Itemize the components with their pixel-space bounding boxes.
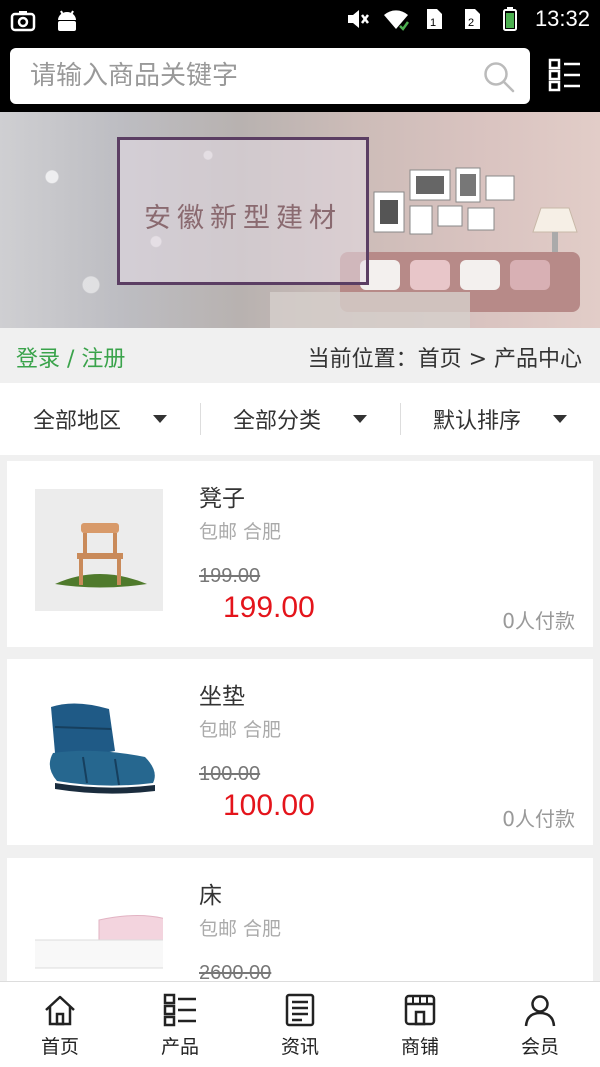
- android-icon: [58, 10, 76, 31]
- product-grid-icon: [163, 993, 196, 1027]
- current-location: 当前位置：首页 > 产品中心: [307, 347, 582, 372]
- product-shipping: 包邮 合肥: [199, 918, 282, 940]
- filter-bar: 全部地区 全部分类 默认排序: [0, 383, 600, 455]
- search-header: [0, 42, 600, 112]
- screenshot-icon: [10, 11, 36, 32]
- nav-news-label: 资讯: [280, 1036, 319, 1058]
- wifi-icon: [383, 10, 409, 31]
- sim2-icon: 2: [464, 9, 480, 29]
- category-menu-icon[interactable]: [548, 58, 582, 92]
- filter-sort-label: 默认排序: [432, 409, 521, 434]
- home-icon: [45, 995, 75, 1026]
- nav-news[interactable]: 资讯: [240, 982, 360, 1067]
- mute-icon: [347, 10, 369, 28]
- product-image-stool: [35, 489, 163, 611]
- product-paid-count: 0人付款: [502, 609, 575, 633]
- nav-home[interactable]: 首页: [0, 982, 120, 1067]
- member-icon: [524, 995, 556, 1027]
- nav-home-label: 首页: [40, 1036, 79, 1058]
- product-list: 凳子 包邮 合肥 199.00 199.00 0人付款 坐垫 包邮 合肥 100…: [0, 455, 600, 981]
- product-paid-count: 0人付款: [502, 807, 575, 831]
- product-name: 凳子: [199, 486, 245, 512]
- product-price: 100.00: [223, 789, 315, 822]
- nav-store-label: 商铺: [400, 1036, 439, 1058]
- product-original-price: 100.00: [199, 763, 261, 785]
- banner-frame: 安徽新型建材: [117, 137, 369, 285]
- search-input[interactable]: [10, 48, 470, 104]
- search-box: [10, 48, 530, 104]
- nav-products-label: 产品: [160, 1036, 199, 1058]
- product-price: 199.00: [223, 591, 315, 624]
- product-card[interactable]: 坐垫 包邮 合肥 100.00 100.00 0人付款: [7, 659, 593, 845]
- filter-region-label: 全部地区: [32, 409, 121, 434]
- filter-category-label: 全部分类: [232, 409, 321, 434]
- svg-text:2: 2: [468, 17, 474, 29]
- product-name: 坐垫: [199, 684, 245, 710]
- filter-sort[interactable]: 默认排序: [400, 383, 600, 455]
- store-icon: [404, 994, 436, 1026]
- wall-pictures: [373, 167, 515, 235]
- product-card[interactable]: 床 包邮 合肥 2600.00: [7, 858, 593, 981]
- bottom-nav: 首页 产品 资讯 商铺 会员: [0, 981, 600, 1067]
- chevron-down-icon: [153, 415, 167, 423]
- clock: 13:32: [534, 6, 590, 31]
- status-bar: 1 2 13:32: [0, 0, 600, 42]
- svg-text:1: 1: [430, 17, 436, 29]
- search-icon[interactable]: [482, 60, 516, 94]
- chevron-down-icon: [353, 415, 367, 423]
- sim1-icon: 1: [426, 9, 442, 29]
- news-icon: [285, 993, 315, 1027]
- chevron-down-icon: [553, 415, 567, 423]
- product-image-bed: [35, 882, 163, 981]
- nav-products[interactable]: 产品: [120, 982, 240, 1067]
- promo-banner[interactable]: 安徽新型建材: [0, 112, 600, 328]
- breadcrumb: 登录 / 注册 当前位置：首页 > 产品中心: [0, 328, 600, 383]
- product-card[interactable]: 凳子 包邮 合肥 199.00 199.00 0人付款: [7, 461, 593, 647]
- product-name: 床: [199, 883, 222, 909]
- battery-icon: [502, 7, 517, 31]
- nav-member-label: 会员: [520, 1036, 559, 1058]
- product-shipping: 包邮 合肥: [199, 719, 282, 741]
- nav-store[interactable]: 商铺: [360, 982, 480, 1067]
- nav-member[interactable]: 会员: [480, 982, 600, 1067]
- filter-category[interactable]: 全部分类: [200, 383, 400, 455]
- login-register-link[interactable]: 登录 / 注册: [16, 341, 125, 373]
- product-shipping: 包邮 合肥: [199, 521, 282, 543]
- product-original-price: 2600.00: [199, 962, 272, 981]
- product-image-cushion: [35, 687, 163, 809]
- banner-title: 安徽新型建材: [144, 203, 342, 234]
- filter-region[interactable]: 全部地区: [0, 383, 200, 455]
- product-original-price: 199.00: [199, 565, 261, 587]
